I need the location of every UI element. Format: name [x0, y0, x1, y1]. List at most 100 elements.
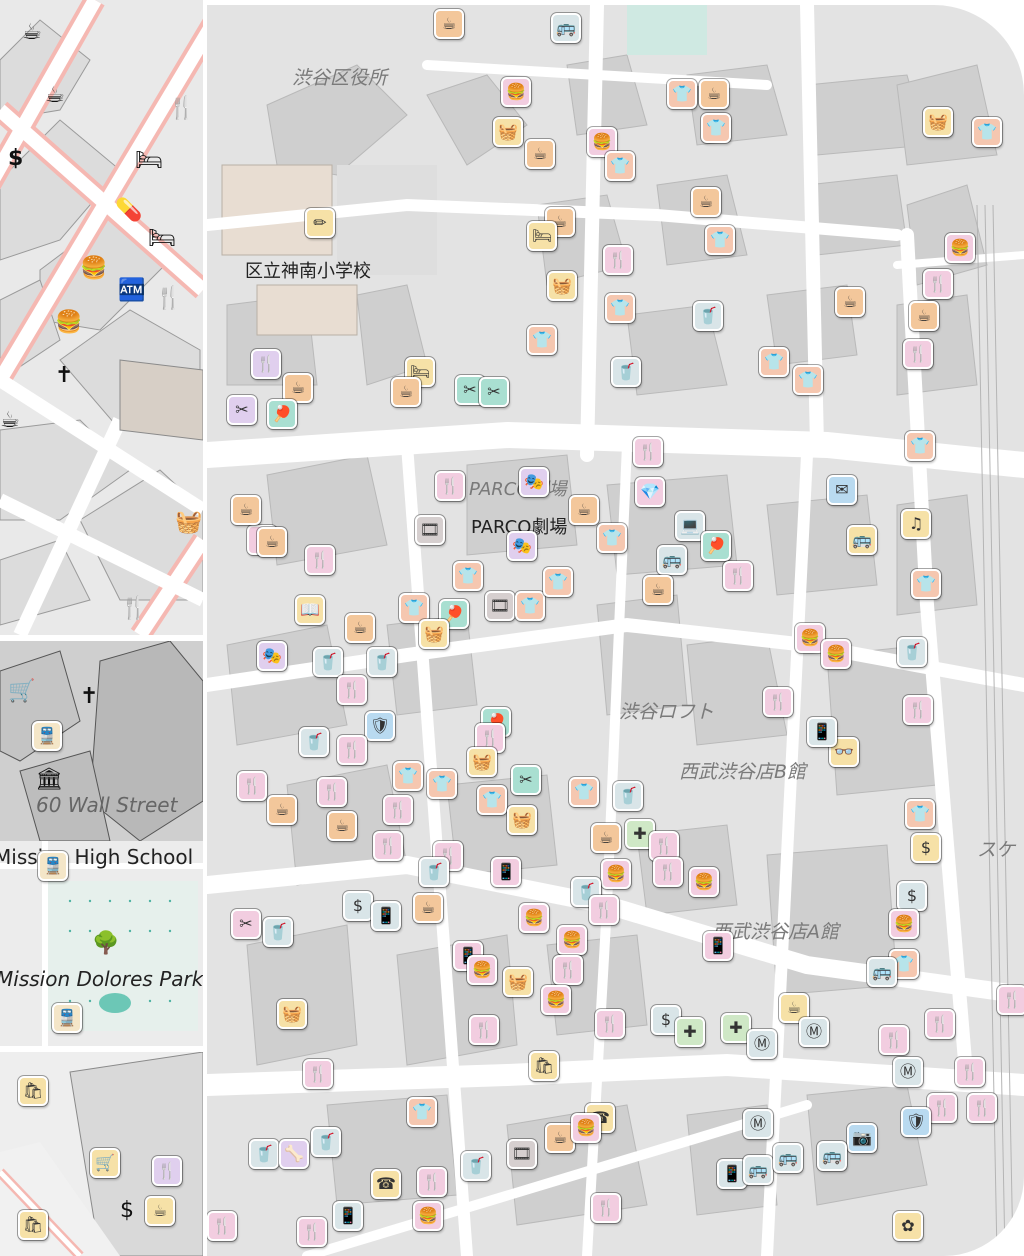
- burger-icon[interactable]: 🍔: [501, 77, 531, 107]
- restaurant-icon[interactable]: 🍴: [591, 1193, 621, 1223]
- restaurant-icon[interactable]: 🍴: [633, 437, 663, 467]
- cinema-icon[interactable]: 🎞: [507, 1139, 537, 1169]
- train-icon[interactable]: 🚆: [32, 721, 62, 751]
- clothing-icon[interactable]: 👕: [477, 785, 507, 815]
- restaurant-icon[interactable]: 🍴: [373, 831, 403, 861]
- restaurant-icon[interactable]: 🍴: [723, 561, 753, 591]
- burger-icon[interactable]: 🍔: [601, 859, 631, 889]
- burger-icon[interactable]: 🍔: [821, 639, 851, 669]
- shopping-bag-icon[interactable]: 🛍: [18, 1076, 48, 1106]
- bus-icon[interactable]: 🚌: [657, 545, 687, 575]
- restaurant-icon[interactable]: 🍴: [927, 1093, 957, 1123]
- restaurant-icon[interactable]: 🍴: [303, 1059, 333, 1089]
- restaurant-icon[interactable]: 🍴: [469, 1015, 499, 1045]
- drink-icon[interactable]: 🥤: [693, 301, 723, 331]
- cafe-icon[interactable]: ☕: [691, 187, 721, 217]
- drink-icon[interactable]: 🥤: [367, 647, 397, 677]
- bus-icon[interactable]: 🚌: [551, 13, 581, 43]
- drink-icon[interactable]: 🥤: [299, 727, 329, 757]
- art-icon[interactable]: ✏: [305, 208, 335, 238]
- cinema-icon[interactable]: 🎞: [485, 591, 515, 621]
- restaurant-icon[interactable]: 🍴: [297, 1217, 327, 1247]
- restaurant-icon[interactable]: 🍴: [435, 471, 465, 501]
- police-icon[interactable]: 🛡: [365, 711, 395, 741]
- restaurant-icon[interactable]: 🍴: [207, 1211, 237, 1241]
- ping-pong-icon[interactable]: 🏓: [701, 531, 731, 561]
- cafe-icon[interactable]: ☕: [909, 301, 939, 331]
- shopping-cart-icon[interactable]: 🛒: [90, 1148, 120, 1178]
- bus-icon[interactable]: 🚌: [743, 1155, 773, 1185]
- clothing-icon[interactable]: 👕: [453, 561, 483, 591]
- restaurant-icon[interactable]: 🍴: [903, 695, 933, 725]
- phone-icon[interactable]: 📱: [491, 857, 521, 887]
- clothing-icon[interactable]: 👕: [793, 365, 823, 395]
- burger-icon[interactable]: 🍔: [689, 867, 719, 897]
- clothing-icon[interactable]: 👕: [701, 113, 731, 143]
- cafe-icon[interactable]: ☕: [413, 893, 443, 923]
- basket-icon[interactable]: 🧺: [493, 117, 523, 147]
- cafe-icon[interactable]: ☕: [835, 287, 865, 317]
- subway-icon[interactable]: Ⓜ: [799, 1017, 829, 1047]
- hairdresser-icon[interactable]: ✂: [511, 765, 541, 795]
- cafe-icon[interactable]: ☕: [569, 495, 599, 525]
- bus-icon[interactable]: 🚌: [773, 1143, 803, 1173]
- cafe-icon[interactable]: ☕: [327, 811, 357, 841]
- cafe-icon[interactable]: ☕: [391, 377, 421, 407]
- cafe-icon[interactable]: ☕: [643, 575, 673, 605]
- police-icon[interactable]: 🛡: [901, 1107, 931, 1137]
- clothing-icon[interactable]: 👕: [759, 347, 789, 377]
- clothing-icon[interactable]: 👕: [569, 777, 599, 807]
- restaurant-icon[interactable]: 🍴: [603, 245, 633, 275]
- restaurant-icon[interactable]: 🍴: [152, 1156, 182, 1186]
- dollar-icon[interactable]: $: [911, 833, 941, 863]
- burger-icon[interactable]: 🍔: [889, 909, 919, 939]
- cafe-icon[interactable]: ☕: [345, 613, 375, 643]
- phone-icon[interactable]: ☎: [371, 1169, 401, 1199]
- shopping-bag-icon[interactable]: 🛍: [529, 1051, 559, 1081]
- cafe-icon[interactable]: ☕: [434, 9, 464, 39]
- clothing-icon[interactable]: 👕: [972, 117, 1002, 147]
- drink-icon[interactable]: 🥤: [249, 1139, 279, 1169]
- restaurant-icon[interactable]: 🍴: [305, 545, 335, 575]
- main-map[interactable]: 渋谷区役所 区立神南小学校 PARCO劇場 PARCO劇場 渋谷ロフト 西武渋谷…: [207, 5, 1024, 1256]
- bus-icon[interactable]: 🚌: [867, 957, 897, 987]
- dollar-icon[interactable]: $: [343, 891, 373, 921]
- restaurant-icon[interactable]: 🍴: [337, 735, 367, 765]
- restaurant-icon[interactable]: 🍴: [997, 985, 1024, 1015]
- inset-street-map[interactable]: ☕ ☕ 🍴 $ 🛏 💊 🛏 🍔 🏧 🍴 🍔 ✝ ☕ 🧺 🍴: [0, 0, 203, 635]
- clothing-icon[interactable]: 👕: [605, 293, 635, 323]
- basket-icon[interactable]: 🧺: [467, 747, 497, 777]
- clothing-icon[interactable]: 👕: [667, 79, 697, 109]
- drink-icon[interactable]: 🥤: [611, 357, 641, 387]
- jewelry-icon[interactable]: 💎: [635, 477, 665, 507]
- basket-icon[interactable]: 🧺: [277, 999, 307, 1029]
- burger-icon[interactable]: 🍔: [413, 1201, 443, 1231]
- clothing-icon[interactable]: 👕: [905, 799, 935, 829]
- hairdresser-icon[interactable]: ✂: [227, 395, 257, 425]
- clothing-icon[interactable]: 👕: [605, 151, 635, 181]
- restaurant-icon[interactable]: 🍴: [955, 1057, 985, 1087]
- subway-icon[interactable]: Ⓜ: [893, 1057, 923, 1087]
- clothing-icon[interactable]: 👕: [407, 1097, 437, 1127]
- drink-icon[interactable]: 🥤: [613, 781, 643, 811]
- restaurant-icon[interactable]: 🍴: [383, 795, 413, 825]
- drink-icon[interactable]: 🥤: [263, 917, 293, 947]
- theater-icon[interactable]: 🎭: [507, 531, 537, 561]
- restaurant-icon[interactable]: 🍴: [237, 771, 267, 801]
- restaurant-icon[interactable]: 🍴: [553, 955, 583, 985]
- phone-icon[interactable]: 📱: [333, 1201, 363, 1231]
- drink-icon[interactable]: 🥤: [897, 637, 927, 667]
- inset-3d-map[interactable]: 🛒 ✝ 🚆 🏛 60 Wall Street Mission High Scho…: [0, 641, 203, 1046]
- inset-shop-map[interactable]: 🛍 🛒 🍴 $ ☕ 🛍: [0, 1052, 203, 1256]
- subway-icon[interactable]: Ⓜ: [747, 1029, 777, 1059]
- ping-pong-icon[interactable]: 🏓: [267, 399, 297, 429]
- flower-icon[interactable]: ✿: [893, 1211, 923, 1241]
- cinema-icon[interactable]: 🎞: [415, 515, 445, 545]
- clothing-icon[interactable]: 👕: [427, 769, 457, 799]
- bus-icon[interactable]: 🚌: [847, 525, 877, 555]
- burger-icon[interactable]: 🍔: [945, 233, 975, 263]
- basket-icon[interactable]: 🧺: [419, 619, 449, 649]
- pharmacy-icon[interactable]: ✚: [675, 1017, 705, 1047]
- basket-icon[interactable]: 🧺: [503, 967, 533, 997]
- cafe-icon[interactable]: ☕: [525, 139, 555, 169]
